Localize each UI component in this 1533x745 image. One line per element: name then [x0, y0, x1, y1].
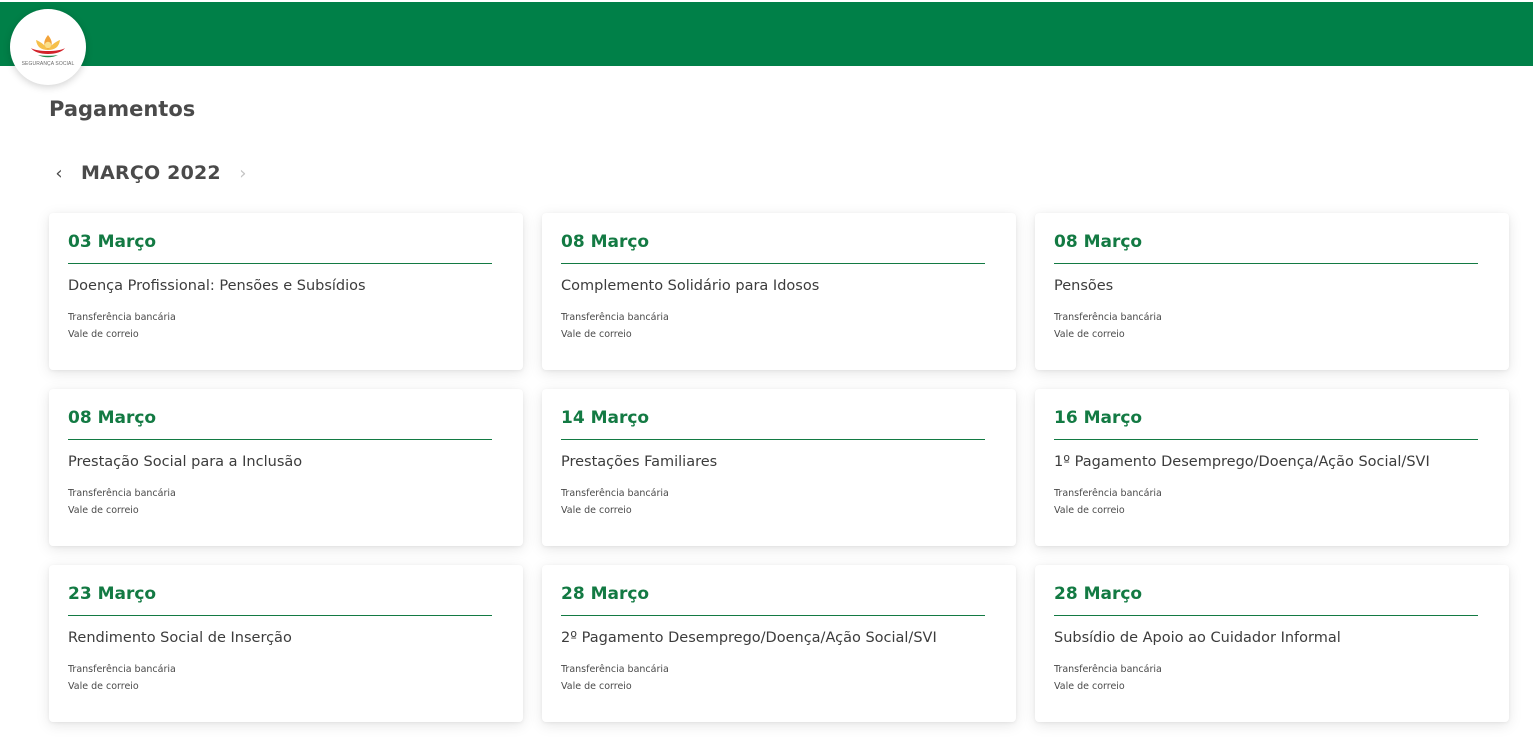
payments-grid: 03 Março Doença Profissional: Pensões e …: [49, 213, 1509, 722]
payment-method: Vale de correio: [68, 505, 139, 516]
payment-date: 14 Março: [561, 408, 650, 428]
payment-title: Prestação Social para a Inclusão: [68, 454, 303, 470]
payment-date: 16 Março: [1054, 408, 1143, 428]
payment-card[interactable]: 23 Março Rendimento Social de Inserção T…: [49, 565, 523, 722]
divider: [68, 263, 492, 264]
payment-method: Vale de correio: [68, 681, 139, 692]
payment-method: Transferência bancária: [561, 312, 669, 323]
divider: [561, 263, 985, 264]
payment-date: 03 Março: [68, 232, 157, 252]
payment-methods: Transferência bancária Vale de correio: [561, 485, 985, 519]
payment-method: Vale de correio: [1054, 681, 1125, 692]
payment-method: Transferência bancária: [561, 664, 669, 675]
payment-method: Transferência bancária: [68, 488, 176, 499]
payment-title: Pensões: [1054, 278, 1114, 294]
payment-methods: Transferência bancária Vale de correio: [68, 309, 492, 343]
payment-card[interactable]: 28 Março Subsídio de Apoio ao Cuidador I…: [1035, 565, 1509, 722]
payment-methods: Transferência bancária Vale de correio: [561, 309, 985, 343]
payment-card[interactable]: 14 Março Prestações Familiares Transferê…: [542, 389, 1016, 546]
divider: [561, 615, 985, 616]
payment-title: Rendimento Social de Inserção: [68, 630, 292, 646]
payment-method: Vale de correio: [68, 329, 139, 340]
payment-methods: Transferência bancária Vale de correio: [1054, 661, 1478, 695]
payment-title: 2º Pagamento Desemprego/Doença/Ação Soci…: [561, 630, 937, 646]
payment-date: 08 Março: [561, 232, 650, 252]
month-navigation: ‹ MARÇO 2022 ›: [49, 158, 253, 188]
divider: [1054, 615, 1478, 616]
payment-methods: Transferência bancária Vale de correio: [1054, 485, 1478, 519]
payment-method: Transferência bancária: [1054, 664, 1162, 675]
payment-card[interactable]: 16 Março 1º Pagamento Desemprego/Doença/…: [1035, 389, 1509, 546]
payment-title: Doença Profissional: Pensões e Subsídios: [68, 278, 366, 294]
payment-title: 1º Pagamento Desemprego/Doença/Ação Soci…: [1054, 454, 1430, 470]
payment-method: Vale de correio: [1054, 505, 1125, 516]
payment-date: 08 Março: [1054, 232, 1143, 252]
payment-method: Vale de correio: [561, 681, 632, 692]
payment-method: Transferência bancária: [1054, 312, 1162, 323]
payment-methods: Transferência bancária Vale de correio: [68, 485, 492, 519]
divider: [68, 439, 492, 440]
payment-date: 23 Março: [68, 584, 157, 604]
payment-method: Vale de correio: [561, 505, 632, 516]
seguranca-social-logo[interactable]: Segurança Social: [10, 9, 86, 85]
payment-card[interactable]: 08 Março Prestação Social para a Inclusã…: [49, 389, 523, 546]
payment-method: Transferência bancária: [561, 488, 669, 499]
payment-methods: Transferência bancária Vale de correio: [1054, 309, 1478, 343]
divider: [1054, 439, 1478, 440]
payment-method: Vale de correio: [561, 329, 632, 340]
payment-date: 08 Março: [68, 408, 157, 428]
payment-card[interactable]: 28 Março 2º Pagamento Desemprego/Doença/…: [542, 565, 1016, 722]
top-header-bar: [0, 2, 1533, 66]
payment-date: 28 Março: [1054, 584, 1143, 604]
payment-method: Transferência bancária: [68, 664, 176, 675]
payment-methods: Transferência bancária Vale de correio: [561, 661, 985, 695]
payment-card[interactable]: 08 Março Complemento Solidário para Idos…: [542, 213, 1016, 370]
payment-method: Transferência bancária: [1054, 488, 1162, 499]
payment-date: 28 Março: [561, 584, 650, 604]
payment-card[interactable]: 03 Março Doença Profissional: Pensões e …: [49, 213, 523, 370]
current-month-label: MARÇO 2022: [81, 162, 221, 184]
payment-title: Subsídio de Apoio ao Cuidador Informal: [1054, 630, 1341, 646]
payment-title: Prestações Familiares: [561, 454, 718, 470]
payment-methods: Transferência bancária Vale de correio: [68, 661, 492, 695]
payment-title: Complemento Solidário para Idosos: [561, 278, 820, 294]
chevron-left-icon[interactable]: ‹: [49, 158, 69, 188]
payment-card[interactable]: 08 Março Pensões Transferência bancária …: [1035, 213, 1509, 370]
divider: [68, 615, 492, 616]
divider: [561, 439, 985, 440]
payment-method: Transferência bancária: [68, 312, 176, 323]
page-title: Pagamentos: [49, 97, 196, 121]
payment-method: Vale de correio: [1054, 329, 1125, 340]
divider: [1054, 263, 1478, 264]
logo-text: Segurança Social: [21, 60, 75, 67]
flower-logo-icon: [31, 34, 65, 57]
chevron-right-icon[interactable]: ›: [233, 158, 253, 188]
